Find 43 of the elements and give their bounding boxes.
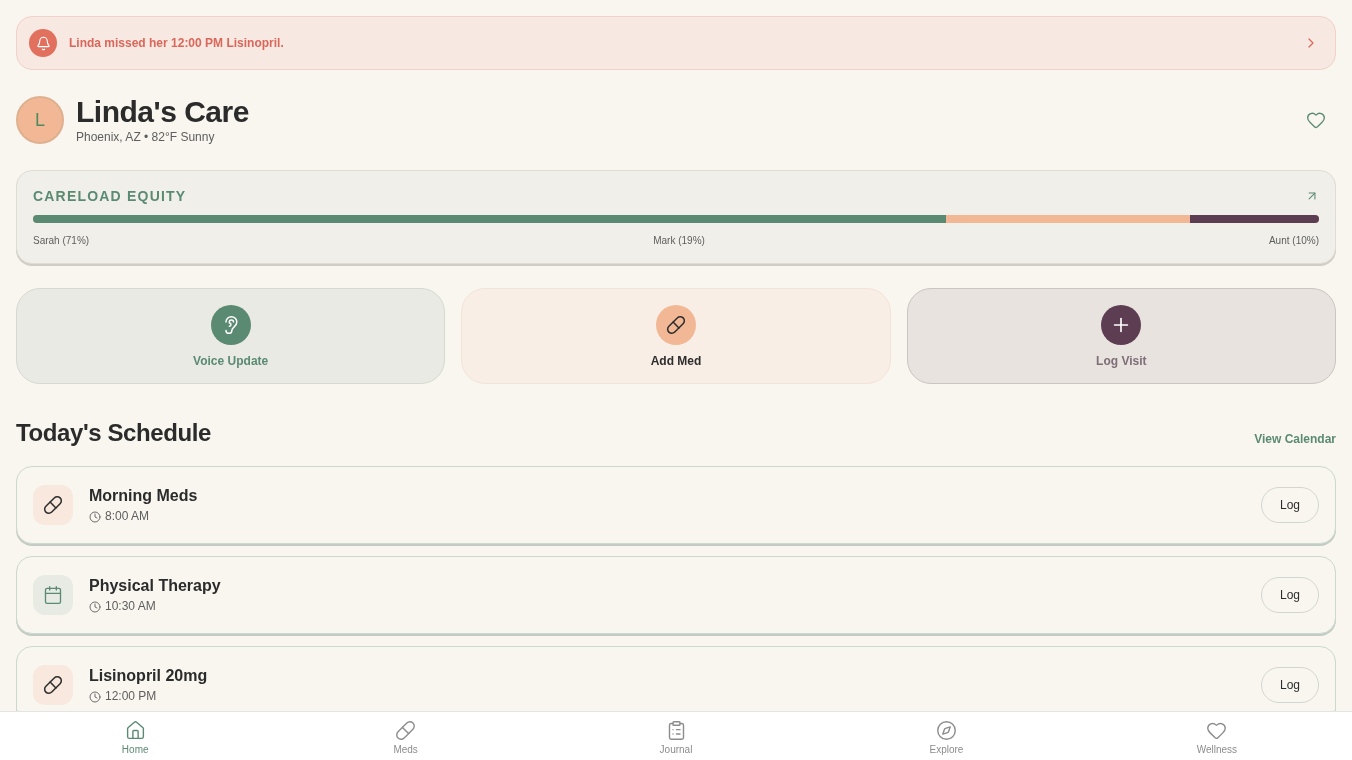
pill-icon — [395, 720, 417, 741]
pill-icon — [33, 485, 73, 525]
clock-icon — [89, 510, 101, 523]
event-time: 8:00 AM — [105, 509, 150, 524]
plus-icon — [1101, 305, 1142, 345]
nav-tab[interactable]: Meds — [270, 712, 541, 760]
ear-icon — [210, 305, 251, 345]
heart-icon — [1206, 720, 1228, 741]
alert-banner[interactable]: Linda missed her 12:00 PM Lisinopril. — [16, 16, 1336, 70]
log-button[interactable]: Log — [1260, 487, 1319, 523]
calendar-icon — [33, 575, 73, 615]
bell-icon — [29, 29, 57, 57]
event-title: Lisinopril 20mg — [89, 666, 208, 686]
event-title: Morning Meds — [89, 486, 198, 506]
careload-title: CARELOAD EQUITY — [33, 186, 187, 206]
action-tile[interactable]: Add Med — [461, 288, 891, 384]
home-icon — [124, 720, 146, 741]
log-button[interactable]: Log — [1260, 667, 1319, 703]
event-title: Physical Therapy — [89, 576, 221, 596]
event-time: 10:30 AM — [105, 599, 156, 614]
heart-icon — [1306, 110, 1326, 130]
pill-icon — [33, 665, 73, 705]
clock-icon — [89, 690, 101, 703]
alert-message: Linda missed her 12:00 PM Lisinopril. — [69, 35, 284, 52]
section-title: Today's Schedule — [16, 418, 211, 448]
avatar: L — [16, 96, 64, 144]
share-label: Mark (19%) — [653, 234, 705, 247]
clock-icon — [89, 600, 101, 613]
pill-icon — [656, 305, 696, 345]
share-label: Aunt (10%) — [1268, 234, 1319, 247]
action-tile[interactable]: Log Visit — [906, 288, 1336, 384]
nav-tab[interactable]: Journal — [540, 712, 812, 760]
compass-icon — [935, 720, 957, 741]
page-title: Linda's Care — [76, 95, 249, 129]
location-weather: Phoenix, AZ • 82°F Sunny — [76, 129, 215, 145]
log-button[interactable]: Log — [1260, 577, 1319, 613]
view-calendar-link[interactable]: View Calendar — [1254, 432, 1336, 447]
nav-tab[interactable]: Home — [0, 712, 271, 760]
event-time: 12:00 PM — [105, 689, 157, 704]
nav-tab[interactable]: Explore — [811, 712, 1082, 760]
action-tile[interactable]: Voice Update — [16, 288, 446, 384]
share-label: Sarah (71%) — [33, 234, 90, 247]
nav-tab[interactable]: Wellness — [1081, 712, 1352, 760]
